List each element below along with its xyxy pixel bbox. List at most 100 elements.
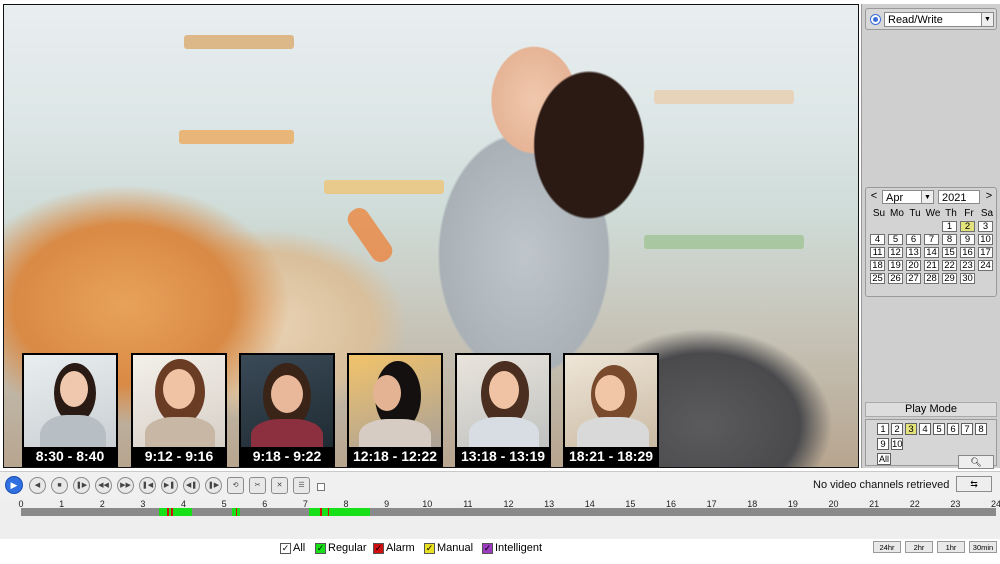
calendar-day[interactable]: 26	[888, 273, 903, 284]
zoom-button[interactable]: 2hr	[905, 541, 933, 553]
channel-button[interactable]: 6	[947, 423, 959, 435]
search-icon: 🔍︎	[970, 457, 982, 467]
sync-checkbox[interactable]	[317, 483, 325, 491]
close-button[interactable]: ✕	[271, 477, 288, 494]
calendar-day[interactable]: 12	[888, 247, 903, 258]
legend-item[interactable]: ✓ Alarm	[373, 542, 415, 554]
calendar-day[interactable]: 18	[870, 260, 885, 271]
calendar-day[interactable]: 19	[888, 260, 903, 271]
calendar-day[interactable]: 27	[906, 273, 921, 284]
recording-segment[interactable]	[327, 508, 329, 516]
channel-button[interactable]: 2	[891, 423, 903, 435]
thumbnail-clip[interactable]: 18:21 - 18:29	[563, 353, 659, 467]
calendar-day[interactable]: 28	[924, 273, 939, 284]
channel-button[interactable]: 5	[933, 423, 945, 435]
clip-button[interactable]: ✂	[249, 477, 266, 494]
list-button[interactable]: ☰	[293, 477, 310, 494]
next-month-button[interactable]: >	[984, 190, 994, 202]
thumbnail-clip[interactable]: 8:30 - 8:40	[22, 353, 118, 467]
prev-month-button[interactable]: <	[869, 190, 879, 202]
stop-button[interactable]: ■	[51, 477, 68, 494]
step-forward-button[interactable]: ▶❚	[161, 477, 178, 494]
video-viewport[interactable]: 8:30 - 8:40 9:12 - 9:16 9:18 - 9:22 12:1…	[3, 4, 859, 468]
recording-segment[interactable]	[235, 508, 237, 516]
checkbox[interactable]: ✓	[373, 542, 384, 554]
prev-file-button[interactable]: ◀❚	[183, 477, 200, 494]
thumbnail-clip[interactable]: 9:12 - 9:16	[131, 353, 227, 467]
calendar-day[interactable]: 3	[978, 221, 993, 232]
channel-button[interactable]: 8	[975, 423, 987, 435]
rewind-button[interactable]: ◀	[29, 477, 46, 494]
calendar-day[interactable]: 14	[924, 247, 939, 258]
timeline-track[interactable]	[21, 508, 996, 516]
calendar-day[interactable]: 13	[906, 247, 921, 258]
calendar-day[interactable]: 10	[978, 234, 993, 245]
checkbox[interactable]: ✓	[424, 542, 435, 554]
recording-segment[interactable]	[319, 508, 322, 516]
channel-button[interactable]: 10	[891, 438, 903, 450]
play-button[interactable]: ▶	[5, 476, 23, 494]
channel-button[interactable]: 3	[905, 423, 917, 435]
calendar-day[interactable]: 5	[888, 234, 903, 245]
calendar-day[interactable]: 23	[960, 260, 975, 271]
checkbox[interactable]: ✓	[280, 542, 291, 554]
calendar-day[interactable]: 21	[924, 260, 939, 271]
calendar-day[interactable]: 24	[978, 260, 993, 271]
next-file-icon: ❚▶	[207, 482, 220, 489]
calendar-day[interactable]: 15	[942, 247, 957, 258]
legend-item[interactable]: ✓ Intelligent	[482, 542, 542, 554]
year-field[interactable]: 2021	[938, 190, 980, 204]
thumbnail-clip[interactable]: 13:18 - 13:19	[455, 353, 551, 467]
channel-button[interactable]: 9	[877, 438, 889, 450]
search-button[interactable]: 🔍︎	[958, 455, 994, 469]
fast-forward-button[interactable]: ▶▶	[117, 477, 134, 494]
step-back-button[interactable]: ❚◀	[139, 477, 156, 494]
legend-item[interactable]: ✓ Manual	[424, 542, 473, 554]
channel-button[interactable]: 1	[877, 423, 889, 435]
checkbox[interactable]: ✓	[482, 542, 493, 554]
calendar-day[interactable]: 1	[942, 221, 957, 232]
fast-rewind-button[interactable]: ◀◀	[95, 477, 112, 494]
channel-all-button[interactable]: All	[877, 453, 891, 465]
month-select[interactable]: Apr ▼	[882, 190, 934, 204]
backup-button[interactable]: ⟲	[227, 477, 244, 494]
mode-radio[interactable]	[870, 14, 881, 25]
thumbnail-clip[interactable]: 9:18 - 9:22	[239, 353, 335, 467]
recording-segment[interactable]	[167, 508, 170, 516]
shelf-decor	[179, 130, 294, 144]
zoom-button[interactable]: 24hr	[873, 541, 901, 553]
legend-item[interactable]: ✓ Regular	[315, 542, 367, 554]
channel-button[interactable]: 7	[961, 423, 973, 435]
legend-item[interactable]: ✓ All	[280, 542, 305, 554]
timeline[interactable]: 0 1 2 3 4 5 6 7 8 9 10 11 12 13 14 15 16 17 18 19 20 21 22 23 24	[0, 499, 1000, 539]
calendar-day[interactable]: 7	[924, 234, 939, 245]
backup-icon: ⟲	[232, 482, 239, 489]
zoom-button[interactable]: 1hr	[937, 541, 965, 553]
calendar-day[interactable]: 8	[942, 234, 957, 245]
calendar-day[interactable]: 2	[960, 221, 975, 232]
calendar-day[interactable]: 11	[870, 247, 885, 258]
mode-select[interactable]: Read/Write ▼	[884, 12, 994, 27]
refresh-button[interactable]: ⇆	[956, 476, 992, 492]
calendar-day[interactable]: 6	[906, 234, 921, 245]
weekday-label: Tu	[909, 208, 921, 219]
pause-button[interactable]: ❚▶	[73, 477, 90, 494]
next-file-button[interactable]: ❚▶	[205, 477, 222, 494]
fast-rewind-icon: ◀◀	[98, 482, 109, 489]
calendar-day[interactable]: 4	[870, 234, 885, 245]
calendar-day[interactable]: 30	[960, 273, 975, 284]
recording-segment[interactable]	[159, 508, 192, 516]
calendar-day[interactable]: 22	[942, 260, 957, 271]
calendar-day[interactable]: 20	[906, 260, 921, 271]
calendar-day[interactable]: 25	[870, 273, 885, 284]
calendar-day[interactable]: 17	[978, 247, 993, 258]
recording-segment[interactable]	[171, 508, 174, 516]
checkbox[interactable]: ✓	[315, 542, 326, 554]
thumbnail-clip[interactable]: 12:18 - 12:22	[347, 353, 443, 467]
calendar-day[interactable]: 9	[960, 234, 975, 245]
calendar-day[interactable]: 29	[942, 273, 957, 284]
calendar-day[interactable]: 16	[960, 247, 975, 258]
channel-button[interactable]: 4	[919, 423, 931, 435]
recording-segment[interactable]	[309, 508, 371, 516]
zoom-button[interactable]: 30min	[969, 541, 997, 553]
